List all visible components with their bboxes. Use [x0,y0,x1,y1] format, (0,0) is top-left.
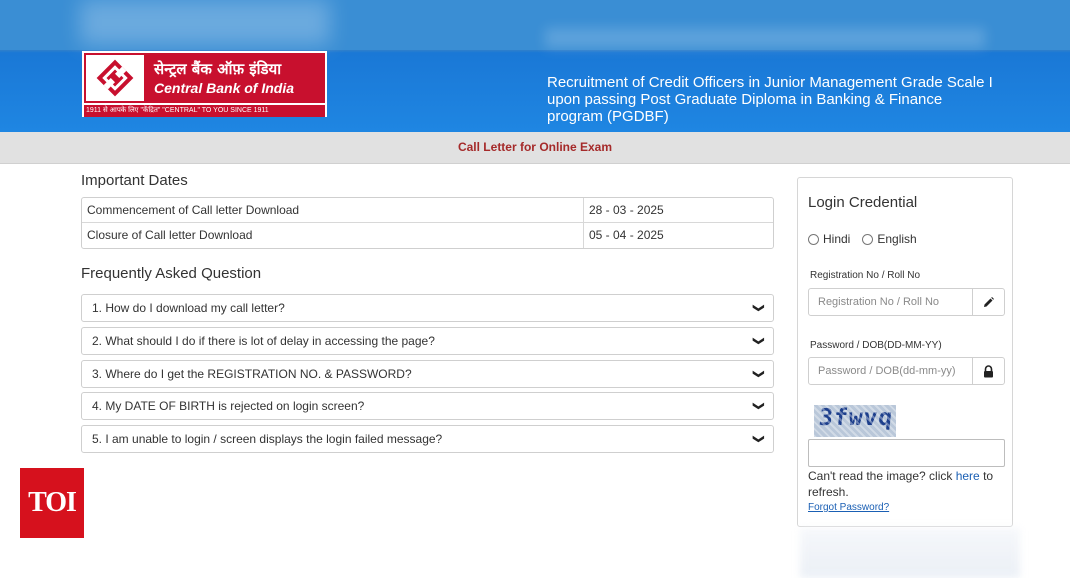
faq-item-2[interactable]: 2. What should I do if there is lot of d… [81,327,774,355]
banner-blur-right [545,28,985,48]
captcha-noise [814,405,896,437]
bank-logo[interactable]: सेन्ट्रल बैंक ऑफ़ इंडिया Central Bank of… [82,51,327,117]
faq-question: 4. My DATE OF BIRTH is rejected on login… [92,399,365,413]
logo-hindi-text: सेन्ट्रल बैंक ऑफ़ इंडिया [154,60,282,78]
captcha-image: 3fwvq [814,405,896,437]
faq-question: 3. Where do I get the REGISTRATION NO. &… [92,367,412,381]
faq-question: 1. How do I download my call letter? [92,301,285,315]
date-value-cell: 05 - 04 - 2025 [589,228,664,242]
faq-item-3[interactable]: 3. Where do I get the REGISTRATION NO. &… [81,360,774,388]
faq-item-4[interactable]: 4. My DATE OF BIRTH is rejected on login… [81,392,774,420]
registration-field[interactable] [808,288,1005,316]
radio-english-label: English [877,232,917,246]
radio-english[interactable] [862,233,874,245]
subheader-label: Call Letter for Online Exam [457,140,613,154]
captcha-refresh-text: Can't read the image? click here to refr… [808,468,1003,500]
faq-question: 2. What should I do if there is lot of d… [92,334,435,348]
registration-label: Registration No / Roll No [810,270,921,281]
chevron-down-icon[interactable]: ❯ [745,401,771,410]
faq-heading: Frequently Asked Question [81,265,262,282]
date-label-cell: Closure of Call letter Download [82,223,584,248]
logo-emblem-icon [86,55,144,101]
language-selector: Hindi English [808,232,929,246]
captcha-refresh-prefix: Can't read the image? click [808,469,956,483]
toi-logo: TOI [20,468,84,538]
logo-tagline: 1911 से आपके लिए "केंद्रित" "CENTRAL" TO… [84,105,325,117]
login-title: Login Credential [808,194,918,211]
important-dates-table: Commencement of Call letter Download 28 … [81,197,774,249]
banner-blur-left [80,0,330,45]
header-banner: सेन्ट्रल बैंक ऑफ़ इंडिया Central Bank of… [0,0,1070,132]
chevron-down-icon[interactable]: ❯ [745,369,771,378]
password-label: Password / DOB(DD-MM-YY) [810,340,942,351]
lock-icon [972,358,1004,384]
table-row: Commencement of Call letter Download 28 … [82,198,773,223]
forgot-password-link[interactable]: Forgot Password? [808,502,889,513]
important-dates-heading: Important Dates [81,172,188,189]
chevron-down-icon[interactable]: ❯ [745,303,771,312]
date-value-cell: 28 - 03 - 2025 [589,203,664,217]
password-input[interactable] [809,358,973,384]
subheader-bar: Call Letter for Online Exam [0,132,1070,164]
login-panel: Login Credential Hindi English Registrat… [797,177,1013,527]
page-title: Recruitment of Credit Officers in Junior… [547,74,993,125]
faq-item-5[interactable]: 5. I am unable to login / screen display… [81,425,774,453]
faq-item-1[interactable]: 1. How do I download my call letter? ❯ [81,294,774,322]
password-field[interactable] [808,357,1005,385]
radio-hindi[interactable] [808,233,819,245]
chevron-down-icon[interactable]: ❯ [745,336,771,345]
date-label-cell: Commencement of Call letter Download [82,198,584,222]
pencil-icon [972,289,1004,315]
registration-input[interactable] [809,289,973,315]
captcha-refresh-link[interactable]: here [956,469,980,483]
logo-english-text: Central Bank of India [154,80,295,96]
radio-hindi-label: Hindi [823,232,851,246]
logo-red-panel: सेन्ट्रल बैंक ऑफ़ इंडिया Central Bank of… [84,53,325,103]
captcha-input[interactable] [808,439,1005,467]
login-blur-region [800,528,1020,578]
chevron-down-icon[interactable]: ❯ [745,434,771,443]
faq-question: 5. I am unable to login / screen display… [92,432,443,446]
table-row: Closure of Call letter Download 05 - 04 … [82,223,773,248]
